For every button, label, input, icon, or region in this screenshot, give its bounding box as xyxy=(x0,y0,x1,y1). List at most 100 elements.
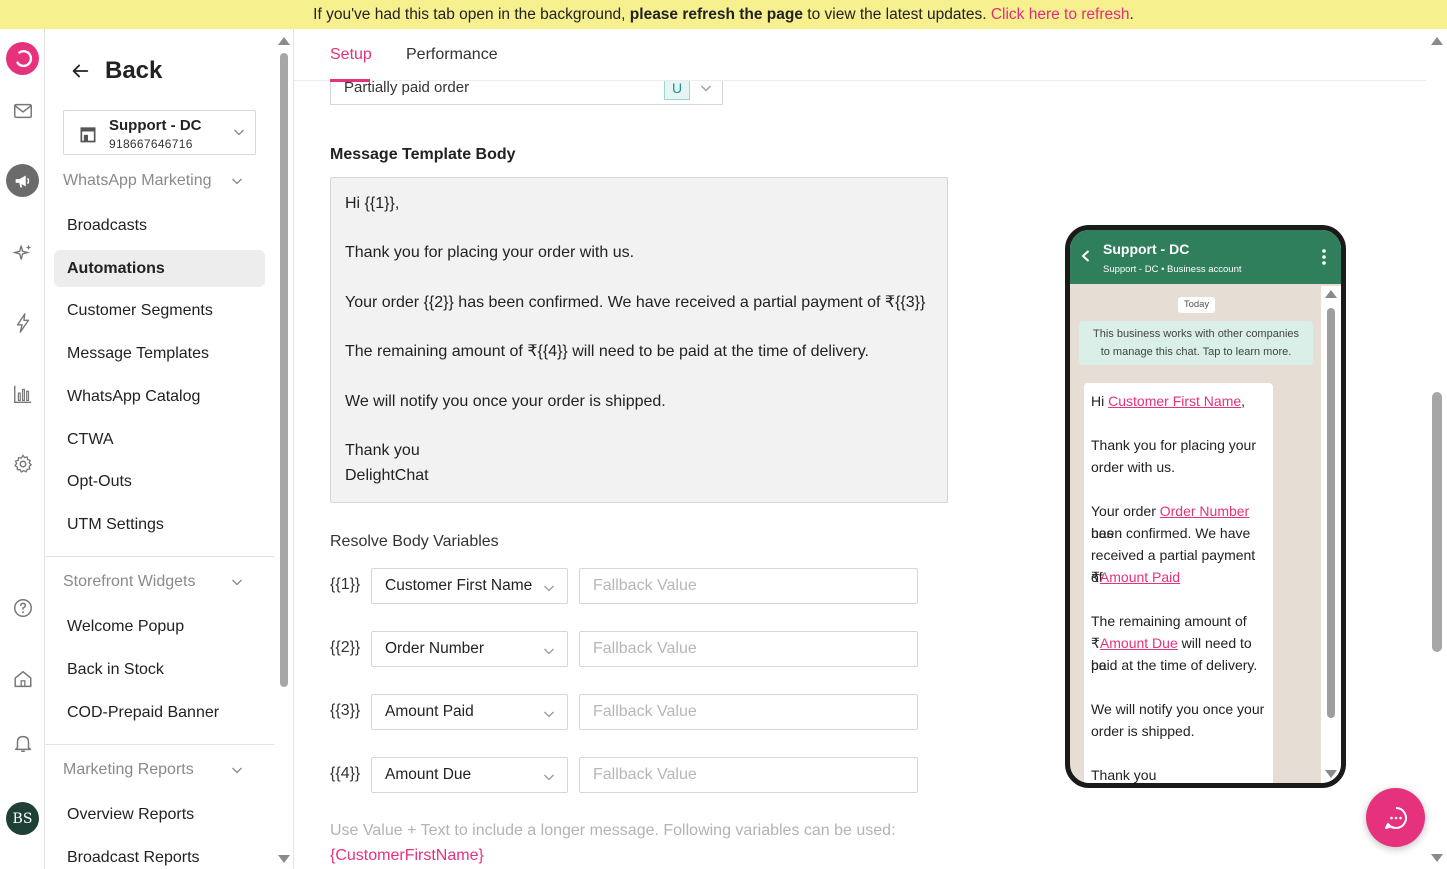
sidebar-item-utm-settings[interactable]: UTM Settings xyxy=(54,506,265,543)
variable-select[interactable]: Amount Paid xyxy=(371,694,568,730)
whatsapp-preview: Support - DC Support - DC • Business acc… xyxy=(1065,225,1346,788)
variable-select[interactable]: Customer First Name xyxy=(371,568,568,604)
sidebar-item-back-in-stock[interactable]: Back in Stock xyxy=(54,651,265,688)
bubble-line: We will notify you once your xyxy=(1091,701,1265,717)
bar-chart-icon[interactable] xyxy=(6,377,39,410)
sparkle-icon[interactable] xyxy=(6,236,39,269)
variable-link: Amount Paid xyxy=(1099,569,1181,585)
preview-scroll-down-arrow[interactable] xyxy=(1325,770,1337,778)
help-icon[interactable] xyxy=(6,591,39,624)
variable-select[interactable]: Amount Due xyxy=(371,757,568,793)
bubble-text: ₹ xyxy=(1091,635,1100,651)
chevron-down-icon xyxy=(544,711,554,718)
chevron-down-icon xyxy=(544,585,554,592)
main-content: Partially paid order U Setup Performance… xyxy=(293,29,1426,869)
sidebar-scrollbar-thumb[interactable] xyxy=(280,53,288,687)
back-button[interactable]: Back xyxy=(69,57,162,85)
sidebar-item-cod-prepaid-banner[interactable]: COD-Prepaid Banner xyxy=(54,694,265,731)
tab-performance[interactable]: Performance xyxy=(406,46,498,64)
section-label: Marketing Reports xyxy=(63,761,194,778)
body-line: Thank you for placing your order with us… xyxy=(345,244,635,262)
bubble-line: order is shipped. xyxy=(1091,723,1195,739)
fallback-input[interactable]: Fallback Value xyxy=(579,757,918,793)
section-whatsapp-marketing[interactable]: WhatsApp Marketing xyxy=(63,172,243,190)
divider xyxy=(45,744,274,745)
bubble-text: Your order xyxy=(1091,503,1160,519)
sidebar-item-whatsapp-catalog[interactable]: WhatsApp Catalog xyxy=(54,378,265,415)
section-label: WhatsApp Marketing xyxy=(63,172,212,189)
mail-icon[interactable] xyxy=(6,94,39,127)
variable-label: {{1}} xyxy=(330,576,361,593)
chat-support-button[interactable] xyxy=(1366,788,1425,847)
back-label: Back xyxy=(105,57,163,84)
business-notice-line: to manage this chat. Tap to learn more. xyxy=(1100,346,1292,358)
sidebar-item-opt-outs[interactable]: Opt-Outs xyxy=(54,463,265,500)
body-line: Hi {{1}}, xyxy=(345,195,400,212)
user-avatar[interactable]: BS xyxy=(6,802,39,835)
body-line xyxy=(345,365,933,390)
sidebar-item-overview-reports[interactable]: Overview Reports xyxy=(54,796,265,833)
hint-variable[interactable]: {CustomerFirstName} xyxy=(330,847,484,865)
sidebar-item-broadcasts[interactable]: Broadcasts xyxy=(54,207,265,244)
body-line: DelightChat xyxy=(345,466,429,484)
megaphone-icon[interactable] xyxy=(6,164,39,197)
kebab-menu-icon xyxy=(1322,249,1326,265)
banner-text-end: . xyxy=(1129,6,1134,23)
refresh-link[interactable]: Click here to refresh xyxy=(991,6,1130,23)
preview-name: Support - DC xyxy=(1103,241,1190,257)
bubble-text: , xyxy=(1241,393,1246,409)
page-scrollbar-thumb[interactable] xyxy=(1432,392,1442,652)
variable-select[interactable]: Order Number xyxy=(371,631,568,667)
fallback-input[interactable]: Fallback Value xyxy=(579,694,918,730)
preview-scroll-up-arrow[interactable] xyxy=(1325,290,1337,298)
chat-bubble-icon xyxy=(1384,806,1407,829)
template-body-text: Hi {{1}}, Thank you for placing your ord… xyxy=(330,177,948,503)
home-icon[interactable] xyxy=(6,662,39,695)
refresh-banner: If you've had this tab open in the backg… xyxy=(0,0,1447,29)
variable-link: Customer First Name xyxy=(1108,393,1242,409)
bubble-line: Thank you for placing your xyxy=(1091,437,1256,453)
scroll-up-arrow[interactable] xyxy=(278,37,290,45)
sidebar-item-message-templates[interactable]: Message Templates xyxy=(54,335,265,372)
bell-icon[interactable] xyxy=(6,726,39,759)
variables-hint: Use Value + Text to include a longer mes… xyxy=(330,822,896,839)
fallback-input[interactable]: Fallback Value xyxy=(579,631,918,667)
delightchat-logo-icon[interactable] xyxy=(6,42,39,75)
bubble-line: received a partial payment of xyxy=(1091,547,1256,585)
sidebar-item-broadcast-reports[interactable]: Broadcast Reports xyxy=(54,839,265,869)
page-scroll-up-arrow[interactable] xyxy=(1431,37,1443,45)
account-number: 918667646716 xyxy=(109,137,193,151)
account-name: Support - DC xyxy=(109,117,202,134)
sidebar-item-welcome-popup[interactable]: Welcome Popup xyxy=(54,608,265,645)
business-notice: This business works with other companies… xyxy=(1079,321,1313,365)
lightning-icon[interactable] xyxy=(6,306,39,339)
section-marketing-reports[interactable]: Marketing Reports xyxy=(63,761,243,779)
fallback-input[interactable]: Fallback Value xyxy=(579,568,918,604)
preview-subtitle: Support - DC • Business account xyxy=(1103,264,1242,275)
preview-scrollbar-thumb[interactable] xyxy=(1327,308,1335,718)
bubble-line: been confirmed. We have xyxy=(1091,525,1251,541)
store-icon xyxy=(80,127,96,143)
chevron-left-icon xyxy=(1081,250,1090,262)
chevron-down-icon xyxy=(701,85,711,92)
banner-text-mid: to view the latest updates. xyxy=(802,6,991,23)
sidebar-item-customer-segments[interactable]: Customer Segments xyxy=(54,292,265,329)
section-storefront-widgets[interactable]: Storefront Widgets xyxy=(63,573,243,591)
sidebar-item-automations[interactable]: Automations xyxy=(54,250,265,287)
bubble-line xyxy=(1091,676,1266,698)
preview-header: Support - DC Support - DC • Business acc… xyxy=(1070,230,1341,284)
sidebar-item-ctwa[interactable]: CTWA xyxy=(54,421,265,458)
page-scroll-down-arrow[interactable] xyxy=(1431,854,1443,862)
body-line xyxy=(345,266,933,291)
message-bubble: Hi Customer First Name, Thank you for pl… xyxy=(1084,383,1273,783)
gear-icon[interactable] xyxy=(6,447,39,480)
bubble-text: ₹ xyxy=(1091,569,1100,585)
scroll-down-arrow[interactable] xyxy=(278,855,290,863)
tab-setup[interactable]: Setup xyxy=(330,46,372,64)
account-selector[interactable]: Support - DC 918667646716 xyxy=(63,110,256,155)
section-label: Storefront Widgets xyxy=(63,573,196,590)
chevron-down-icon xyxy=(544,648,554,655)
bubble-line: order with us. xyxy=(1091,459,1176,475)
banner-text-pre: If you've had this tab open in the backg… xyxy=(313,6,630,23)
variable-select-value: Customer First Name xyxy=(385,577,533,594)
